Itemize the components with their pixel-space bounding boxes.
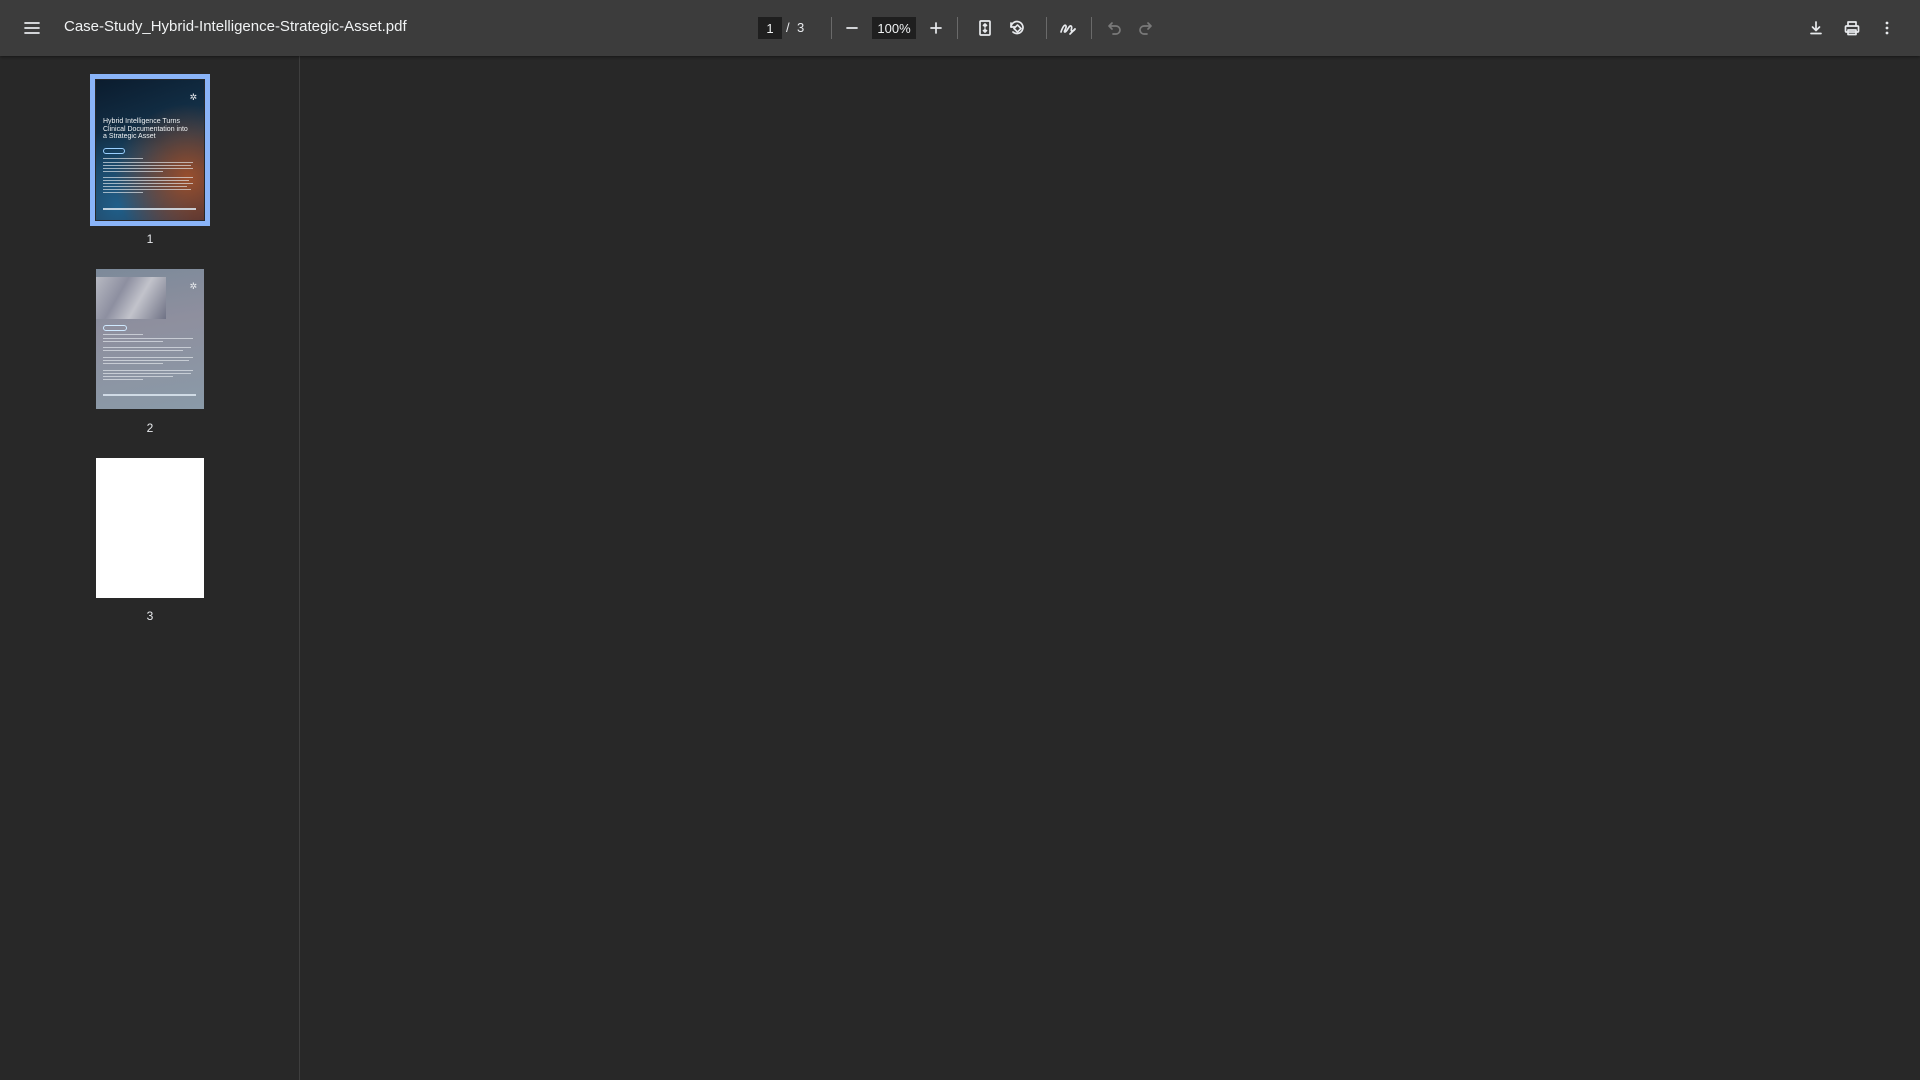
page-thumbnail-1[interactable]: ✲ Hybrid Intelligence Turns Clinical Doc… — [90, 74, 210, 226]
menu-button[interactable] — [16, 12, 48, 44]
text-line — [103, 168, 193, 169]
plus-icon — [930, 22, 942, 34]
fit-page-button[interactable] — [969, 12, 1001, 44]
page-number-input[interactable] — [758, 17, 782, 39]
toolbar-divider — [957, 17, 958, 39]
fit-page-icon — [979, 20, 991, 36]
page-number-label: 3 — [146, 609, 154, 623]
text-line — [103, 373, 191, 374]
text-line — [103, 165, 191, 166]
page-thumbnail-2[interactable]: ✲ — [96, 269, 204, 409]
text-line — [103, 363, 163, 364]
text-line — [103, 338, 193, 339]
text-line — [103, 360, 189, 361]
redo-button[interactable] — [1130, 12, 1162, 44]
text-line — [103, 162, 193, 163]
hamburger-menu-icon — [24, 22, 40, 34]
toolbar-divider — [831, 17, 832, 39]
annotate-button[interactable] — [1052, 12, 1084, 44]
toolbar-divider — [1046, 17, 1047, 39]
thumbnail-rule — [103, 394, 196, 396]
page-total: 3 — [797, 20, 805, 35]
thumbnail-heading: Hybrid Intelligence Turns Clinical Docum… — [103, 118, 188, 141]
text-line — [103, 192, 143, 193]
undo-icon — [1108, 22, 1121, 35]
thumbnail-tag — [103, 148, 125, 154]
text-line — [103, 347, 191, 348]
thumbnail-photo — [96, 277, 166, 319]
text-line — [103, 341, 163, 342]
page-separator: / — [786, 20, 790, 35]
page-number-label: 1 — [146, 232, 154, 246]
download-icon — [1810, 21, 1822, 35]
rotate-icon — [1010, 20, 1024, 35]
undo-button[interactable] — [1098, 12, 1130, 44]
text-line — [103, 370, 193, 371]
text-line — [103, 158, 143, 159]
thumbnail-tag — [103, 325, 127, 331]
download-button[interactable] — [1800, 12, 1832, 44]
toolbar-divider — [1091, 17, 1092, 39]
thumbnail-sidebar: ✲ Hybrid Intelligence Turns Clinical Doc… — [0, 56, 300, 1080]
more-options-button[interactable] — [1871, 12, 1903, 44]
text-line — [103, 357, 193, 358]
text-line — [103, 379, 143, 380]
thumbnail-rule — [103, 208, 196, 210]
text-line — [103, 177, 193, 178]
print-button[interactable] — [1836, 12, 1868, 44]
page-number-label: 2 — [146, 421, 154, 435]
text-line — [103, 186, 187, 187]
pdf-toolbar: Case-Study_Hybrid-Intelligence-Strategic… — [0, 0, 1920, 56]
sparkle-icon: ✲ — [189, 281, 197, 291]
text-line — [103, 334, 143, 335]
document-title: Case-Study_Hybrid-Intelligence-Strategic… — [64, 18, 407, 35]
zoom-in-button[interactable] — [920, 12, 952, 44]
print-icon — [1844, 21, 1860, 36]
sparkle-icon: ✲ — [189, 92, 197, 102]
document-viewer[interactable] — [300, 56, 1920, 1080]
text-line — [103, 376, 173, 377]
text-line — [103, 183, 193, 184]
zoom-out-button[interactable] — [836, 12, 868, 44]
minus-icon — [846, 27, 858, 29]
zoom-input[interactable] — [872, 17, 916, 39]
text-line — [103, 180, 189, 181]
text-line — [103, 350, 183, 351]
text-line — [103, 171, 163, 172]
redo-icon — [1139, 22, 1152, 35]
draw-icon — [1060, 24, 1076, 35]
more-vert-icon — [1885, 21, 1889, 35]
rotate-button[interactable] — [1001, 12, 1033, 44]
page-thumbnail-3[interactable] — [96, 458, 204, 598]
text-line — [103, 189, 191, 190]
